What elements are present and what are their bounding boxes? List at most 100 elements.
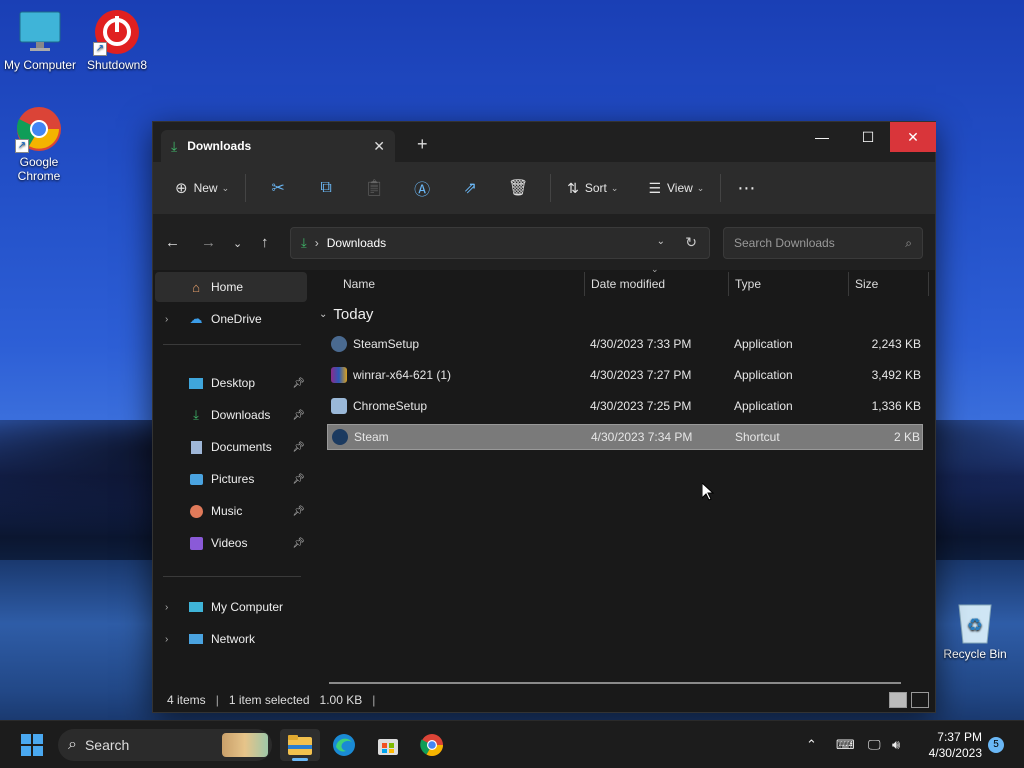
column-divider[interactable] [928, 272, 929, 296]
file-name: SteamSetup [353, 337, 420, 351]
cut-icon[interactable]: ✂ [254, 178, 302, 198]
sort-chevron-icon: ⌄ [651, 264, 659, 274]
recycle-bin-icon: ♻ [951, 597, 999, 645]
column-divider[interactable] [728, 272, 729, 296]
chevron-up-icon[interactable]: ⌃ [806, 737, 817, 753]
share-icon[interactable]: ⇗ [446, 178, 494, 198]
copy-icon[interactable]: ⧉ [302, 179, 350, 197]
taskbar-store[interactable] [368, 729, 408, 761]
taskbar-file-explorer[interactable] [280, 729, 320, 761]
tiles-view-icon[interactable] [911, 692, 929, 708]
minimize-button[interactable]: — [799, 122, 845, 152]
pin-icon[interactable]: 📌︎ [292, 410, 305, 421]
pin-icon[interactable]: 📌︎ [292, 538, 305, 549]
tab-downloads[interactable]: ⤓ Downloads ✕ [161, 130, 395, 162]
table-row[interactable]: winrar-x64-621 (1) 4/30/2023 7:27 PM App… [327, 362, 923, 388]
sidebar-item-videos[interactable]: Videos 📌︎ [155, 528, 307, 558]
maximize-button[interactable]: ☐ [845, 122, 891, 152]
chevron-down-icon[interactable]: ⌄ [657, 236, 665, 247]
sidebar-item-desktop[interactable]: Desktop 📌︎ [155, 368, 307, 398]
view-button[interactable]: ☰ View ⌄ [640, 172, 712, 204]
desktop-icon-recycle-bin[interactable]: ♻ Recycle Bin [935, 597, 1015, 661]
delete-icon[interactable]: 🗑︎ [494, 178, 542, 198]
sidebar-item-home[interactable]: ⌂ Home [155, 272, 307, 302]
monitor-icon [16, 8, 64, 56]
pin-icon[interactable]: 📌︎ [292, 378, 305, 389]
paste-icon[interactable]: 📋︎ [350, 178, 398, 198]
chevron-down-icon: ⌄ [610, 182, 619, 193]
back-arrow-icon[interactable]: ← [165, 234, 180, 251]
horizontal-scrollbar[interactable] [329, 682, 901, 684]
column-divider[interactable] [584, 272, 585, 296]
refresh-icon[interactable]: ↻ [685, 234, 697, 251]
sidebar-item-music[interactable]: Music 📌︎ [155, 496, 307, 526]
column-header-name[interactable]: Name [343, 270, 375, 298]
sidebar-item-label: Home [211, 280, 244, 294]
file-type: Shortcut [735, 430, 780, 444]
table-row[interactable]: ChromeSetup 4/30/2023 7:25 PM Applicatio… [327, 393, 923, 419]
file-name: ChromeSetup [353, 399, 428, 413]
mouse-cursor-icon [702, 483, 714, 501]
music-icon [187, 503, 205, 519]
keyboard-icon[interactable]: ⌨ [836, 737, 855, 753]
desktop-icon-google-chrome[interactable]: ↗ Google Chrome [0, 105, 79, 183]
windows-logo-icon [21, 734, 43, 756]
sidebar-item-my-computer[interactable]: › My Computer [155, 592, 307, 622]
rename-icon[interactable]: Ⓐ [398, 176, 446, 200]
close-tab-icon[interactable]: ✕ [373, 138, 385, 155]
new-button[interactable]: ⊕ New ⌄ [167, 172, 237, 204]
search-input[interactable]: Search Downloads ⌕ [723, 227, 923, 259]
desktop-icon-label: Shutdown8 [86, 58, 148, 72]
title-bar[interactable]: ⤓ Downloads ✕ + — ☐ ✕ [153, 122, 936, 162]
close-button[interactable]: ✕ [890, 122, 936, 152]
pin-icon[interactable]: 📌︎ [292, 506, 305, 517]
pin-icon[interactable]: 📌︎ [292, 474, 305, 485]
taskbar-edge[interactable] [324, 729, 364, 761]
table-row[interactable]: SteamSetup 4/30/2023 7:33 PM Application… [327, 331, 923, 357]
sort-label: Sort [584, 181, 607, 195]
sidebar-item-downloads[interactable]: ⤓ Downloads 📌︎ [155, 400, 307, 430]
recent-locations-icon[interactable]: ⌄ [233, 237, 242, 250]
sidebar-item-network[interactable]: › Network [155, 624, 307, 654]
address-field[interactable]: ⤓ › Downloads ⌄ ↻ [290, 227, 710, 259]
notification-badge[interactable]: 5 [988, 737, 1004, 753]
sidebar-item-documents[interactable]: Documents 📌︎ [155, 432, 307, 462]
more-options-button[interactable]: ⋯ [729, 172, 764, 204]
column-header-type[interactable]: Type [735, 270, 761, 298]
clock-date: 4/30/2023 [928, 746, 982, 760]
breadcrumb[interactable]: Downloads [327, 236, 386, 250]
desktop-icon-shutdown8[interactable]: ↗ Shutdown8 [77, 8, 157, 72]
details-view-icon[interactable] [889, 692, 907, 708]
start-button[interactable] [12, 729, 52, 761]
group-header-today[interactable]: ⌄ Today [319, 306, 373, 323]
desktop-icon-label: Google Chrome [17, 155, 61, 183]
network-icon [187, 631, 205, 647]
sidebar-item-pictures[interactable]: Pictures 📌︎ [155, 464, 307, 494]
sidebar-item-onedrive[interactable]: › ☁ OneDrive [155, 304, 307, 334]
desktop-icon-my-computer[interactable]: My Computer [0, 8, 80, 72]
column-header-size[interactable]: Size [855, 270, 878, 298]
chevron-right-icon[interactable]: › [165, 602, 179, 613]
chevron-right-icon[interactable]: › [165, 314, 179, 325]
command-bar: ⊕ New ⌄ ✂ ⧉ 📋︎ Ⓐ ⇗ 🗑︎ ⇅ Sort ⌄ ☰ View ⌄ … [153, 162, 935, 214]
file-size: 2 KB [893, 430, 920, 444]
network-status-icon[interactable]: 🖵︎ [868, 737, 881, 753]
new-tab-button[interactable]: + [417, 134, 428, 155]
chevron-right-icon[interactable]: › [165, 634, 179, 645]
sidebar-item-label: Music [211, 504, 243, 518]
pin-icon[interactable]: 📌︎ [292, 442, 305, 453]
forward-arrow-icon[interactable]: → [201, 234, 216, 251]
taskbar-chrome[interactable] [412, 729, 452, 761]
chevron-down-icon: ⌄ [319, 309, 328, 320]
column-divider[interactable] [848, 272, 849, 296]
file-type: Application [734, 368, 793, 382]
pictures-icon [187, 471, 205, 487]
clock[interactable]: 7:37 PM 4/30/2023 [922, 729, 982, 761]
file-type: Application [734, 399, 793, 413]
download-icon: ⤓ [193, 407, 199, 422]
up-arrow-icon[interactable]: ↑ [261, 234, 269, 251]
volume-icon[interactable]: 🔊︎ [892, 737, 900, 753]
taskbar-search[interactable]: ⌕ Search [58, 729, 272, 761]
table-row-selected[interactable]: Steam 4/30/2023 7:34 PM Shortcut 2 KB [327, 424, 923, 450]
sort-button[interactable]: ⇅ Sort ⌄ [559, 172, 626, 204]
